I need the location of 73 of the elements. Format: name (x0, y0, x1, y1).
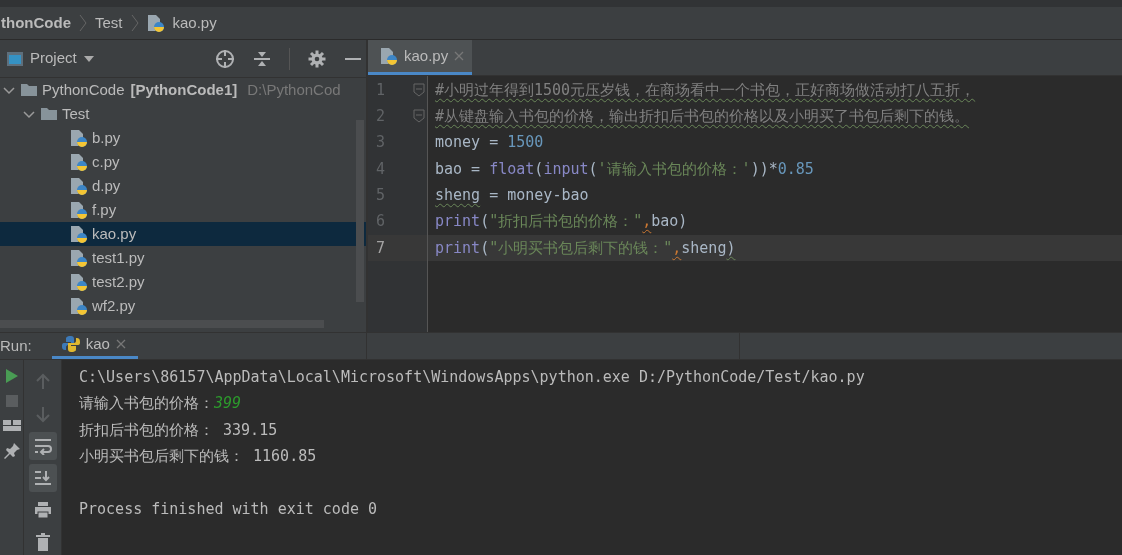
file-name[interactable]: test2.py (92, 270, 145, 294)
scroll-to-end-icon (33, 468, 52, 487)
tree-row[interactable]: Test (0, 102, 366, 126)
folder-name[interactable]: Test (62, 102, 90, 126)
tree-row[interactable]: kao.py (0, 222, 366, 246)
trash-icon[interactable] (33, 532, 52, 551)
python-file-icon (380, 47, 398, 65)
caret-icon (82, 54, 95, 63)
folder-path: D:\PythonCod (247, 79, 341, 100)
file-name[interactable]: f.py (92, 198, 117, 222)
folder-icon (40, 105, 58, 123)
file-name[interactable]: wf2.py (92, 294, 136, 318)
run-label: Run: (0, 335, 33, 356)
python-file-icon (70, 177, 88, 195)
file-name[interactable]: b.py (92, 126, 121, 150)
layout-icon[interactable] (2, 417, 21, 432)
module-name: [PythonCode1] (130, 79, 238, 100)
python-file-icon (70, 273, 88, 291)
line-number: 7 (375, 237, 387, 259)
close-icon[interactable] (115, 339, 126, 350)
run-icon[interactable] (4, 367, 19, 384)
python-file-icon (70, 297, 88, 315)
python-file-icon (70, 129, 88, 147)
python-file-icon (70, 201, 88, 219)
python-file-icon (70, 153, 88, 171)
tree-row[interactable]: c.py (0, 150, 366, 174)
code-line: sheng = money-bao (434, 185, 590, 207)
tree-row[interactable]: b.py (0, 126, 366, 150)
soft-wrap-icon (33, 436, 52, 455)
code-line: bao = float(input('请输入书包的价格：'))*0.85 (434, 158, 815, 180)
pin-icon[interactable] (2, 441, 21, 460)
scroll-to-end-button[interactable] (28, 463, 57, 492)
print-icon[interactable] (33, 500, 52, 519)
project-view-dropdown[interactable]: Project (6, 47, 95, 70)
file-name[interactable]: c.py (92, 150, 120, 174)
tree-row[interactable]: test2.py (0, 270, 366, 294)
console-line: 小明买书包后剩下的钱： 1160.85 (79, 446, 317, 467)
settings-icon[interactable] (308, 49, 326, 68)
python-file-icon (146, 14, 165, 32)
breadcrumb-item[interactable]: thonCode (1, 11, 71, 35)
tree-row[interactable]: PythonCode [PythonCode1] D:\PythonCod (0, 78, 366, 102)
run-tab[interactable]: kao (51, 333, 138, 359)
code-line: #小明过年得到1500元压岁钱，在商场看中一个书包，正好商场做活动打八五折， (434, 79, 977, 101)
file-name[interactable]: kao.py (92, 222, 137, 246)
folder-name[interactable]: PythonCode (42, 78, 125, 102)
console-line: Process finished with exit code 0 (79, 499, 377, 520)
python-file-icon (70, 249, 88, 267)
tree-row[interactable]: wf2.py (0, 294, 366, 318)
tree-row[interactable]: d.py (0, 174, 366, 198)
crosshair-icon[interactable] (215, 48, 235, 69)
breadcrumb-item[interactable]: kao.py (172, 11, 217, 35)
code-line: print("折扣后书包的价格：",bao) (434, 211, 689, 233)
soft-wrap-button[interactable] (28, 431, 57, 460)
file-name[interactable]: test1.py (92, 246, 145, 270)
console-line: 请输入书包的价格：399 (79, 393, 242, 414)
python-file-icon (70, 225, 88, 243)
chevron-separator-icon (79, 14, 87, 32)
folder-icon (20, 81, 38, 99)
console-line: C:\Users\86157\AppData\Local\Microsoft\WindowsApps\python.exe D:/PythonCode/Test/kao.py (79, 366, 865, 388)
editor-tab[interactable]: kao.py (368, 40, 473, 75)
scrollbar[interactable] (356, 120, 364, 302)
fold-marker-icon[interactable] (413, 83, 425, 98)
window-icon (6, 50, 24, 67)
tree-row[interactable]: test1.py (0, 246, 366, 270)
tree-row[interactable]: f.py (0, 198, 366, 222)
fold-marker-icon[interactable] (413, 109, 425, 124)
code-line: money = 1500 (434, 132, 545, 154)
chevron-separator-icon (130, 14, 139, 32)
python-icon (61, 335, 80, 354)
breadcrumb-item[interactable]: Test (95, 11, 123, 35)
code-line: #从键盘输入书包的价格，输出折扣后书包的价格以及小明买了书包后剩下的钱。 (434, 106, 971, 128)
file-name[interactable]: d.py (92, 174, 121, 198)
console-line: 折扣后书包的价格： 339.15 (79, 419, 278, 441)
